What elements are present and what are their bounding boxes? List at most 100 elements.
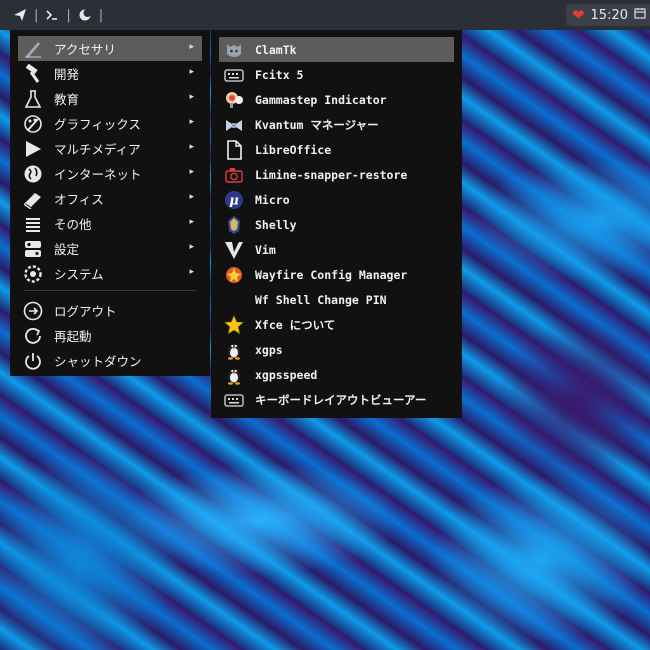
app-item-vim[interactable]: Vim: [219, 237, 454, 262]
terminal-icon[interactable]: [44, 7, 60, 23]
action-label: ログアウト: [54, 304, 117, 319]
app-item-kvantum[interactable]: Kvantum マネージャー: [219, 112, 454, 137]
menu-category-education[interactable]: 教育 ▸: [18, 86, 202, 111]
wayfire-icon: [223, 264, 245, 286]
app-item-keyboard-layout-viewer[interactable]: キーボードレイアウトビューアー: [219, 387, 454, 412]
top-panel: | | | ❤ 15:20: [0, 0, 650, 30]
vim-icon: [223, 239, 245, 261]
action-label: 再起動: [54, 329, 92, 344]
shelly-icon: [223, 214, 245, 236]
keyboard-icon: [223, 64, 245, 86]
menu-category-label: グラフィックス: [54, 117, 141, 132]
app-label: Xfce について: [255, 317, 336, 332]
launcher-area: | | |: [0, 7, 103, 23]
menu-category-internet[interactable]: インターネット ▸: [18, 161, 202, 186]
app-item-wf-shell-change-pin[interactable]: Wf Shell Change PIN: [219, 287, 454, 312]
book-icon: [22, 188, 44, 210]
keyboard-icon: [223, 389, 245, 411]
menu-category-label: 開発: [54, 67, 80, 82]
submenu-arrow-icon: ▸: [189, 217, 194, 227]
globe-icon: [22, 163, 44, 185]
app-menu: アクセサリ ▸ 開発 ▸ 教育 ▸ グラフィックス ▸ マルチメディア ▸ イン…: [10, 30, 210, 376]
app-item-shelly[interactable]: Shelly: [219, 212, 454, 237]
app-label: xgpsspeed: [255, 367, 318, 382]
panel-separator: |: [34, 7, 39, 23]
app-item-libreoffice[interactable]: LibreOffice: [219, 137, 454, 162]
app-item-xgps[interactable]: xgps: [219, 337, 454, 362]
penguin-icon: [223, 339, 245, 361]
kvantum-icon: [223, 114, 245, 136]
logout-button[interactable]: ログアウト: [18, 298, 202, 323]
menu-category-label: 教育: [54, 92, 80, 107]
logout-icon: [22, 300, 44, 322]
blank-icon: [223, 289, 245, 311]
accessories-icon: [22, 38, 44, 60]
menu-category-label: その他: [54, 217, 92, 232]
flask-icon: [22, 88, 44, 110]
palette-icon: [22, 113, 44, 135]
calendar-icon[interactable]: [634, 7, 646, 23]
shutdown-button[interactable]: シャットダウン: [18, 348, 202, 373]
star-icon: [223, 314, 245, 336]
menu-category-other[interactable]: その他 ▸: [18, 211, 202, 236]
app-label: xgps: [255, 342, 283, 357]
gear-icon: [22, 263, 44, 285]
menu-category-multimedia[interactable]: マルチメディア ▸: [18, 136, 202, 161]
menu-divider: [24, 290, 196, 291]
panel-separator: |: [66, 7, 71, 23]
hammer-icon: [22, 63, 44, 85]
menu-category-office[interactable]: オフィス ▸: [18, 186, 202, 211]
app-label: ClamTk: [255, 42, 297, 57]
submenu-arrow-icon: ▸: [189, 192, 194, 202]
submenu-arrow-icon: ▸: [189, 92, 194, 102]
play-icon: [22, 138, 44, 160]
menu-category-settings[interactable]: 設定 ▸: [18, 236, 202, 261]
app-label: Shelly: [255, 217, 297, 232]
restart-icon: [22, 325, 44, 347]
app-label: Gammastep Indicator: [255, 92, 387, 107]
menu-category-label: システム: [54, 267, 104, 282]
menu-category-label: 設定: [54, 242, 80, 257]
app-label: LibreOffice: [255, 142, 332, 157]
app-label: Kvantum マネージャー: [255, 117, 379, 132]
clock[interactable]: 15:20: [591, 8, 628, 23]
power-icon: [22, 350, 44, 372]
paper-plane-icon[interactable]: [12, 7, 28, 23]
app-item-about-xfce[interactable]: Xfce について: [219, 312, 454, 337]
menu-category-system[interactable]: システム ▸: [18, 261, 202, 286]
menu-category-development[interactable]: 開発 ▸: [18, 61, 202, 86]
clamtk-icon: [223, 39, 245, 61]
app-item-limine-snapper-restore[interactable]: Limine-snapper-restore: [219, 162, 454, 187]
panel-separator: |: [98, 7, 104, 23]
app-item-gammastep[interactable]: Gammastep Indicator: [219, 87, 454, 112]
settings-toggle-icon: [22, 238, 44, 260]
micro-icon: μ: [223, 189, 245, 211]
app-item-fcitx5[interactable]: Fcitx 5: [219, 62, 454, 87]
svg-text:μ: μ: [229, 193, 239, 208]
menu-category-label: マルチメディア: [54, 142, 141, 157]
menu-category-label: インターネット: [54, 167, 142, 182]
app-item-xgpsspeed[interactable]: xgpsspeed: [219, 362, 454, 387]
penguin-icon: [223, 364, 245, 386]
menu-category-label: アクセサリ: [54, 42, 116, 57]
night-mode-icon[interactable]: [77, 7, 93, 23]
submenu-arrow-icon: ▸: [189, 42, 194, 52]
submenu-arrow-icon: ▸: [189, 242, 194, 252]
app-item-micro[interactable]: μ Micro: [219, 187, 454, 212]
submenu-arrow-icon: ▸: [189, 67, 194, 77]
menu-category-accessories[interactable]: アクセサリ ▸: [18, 36, 202, 61]
heart-icon[interactable]: ❤: [572, 6, 585, 24]
app-label: Vim: [255, 242, 276, 257]
menu-category-graphics[interactable]: グラフィックス ▸: [18, 111, 202, 136]
app-label: Limine-snapper-restore: [255, 167, 408, 182]
camera-icon: [223, 164, 245, 186]
gammastep-icon: [223, 89, 245, 111]
app-item-clamtk[interactable]: ClamTk: [219, 37, 454, 62]
restart-button[interactable]: 再起動: [18, 323, 202, 348]
app-label: Micro: [255, 192, 290, 207]
app-label: キーボードレイアウトビューアー: [255, 392, 427, 407]
accessories-submenu: ClamTk Fcitx 5 Gammastep Indicator Kvant…: [211, 30, 462, 418]
app-item-wayfire-config-manager[interactable]: Wayfire Config Manager: [219, 262, 454, 287]
system-tray: ❤ 15:20: [565, 4, 650, 26]
app-label: Wayfire Config Manager: [255, 267, 408, 282]
